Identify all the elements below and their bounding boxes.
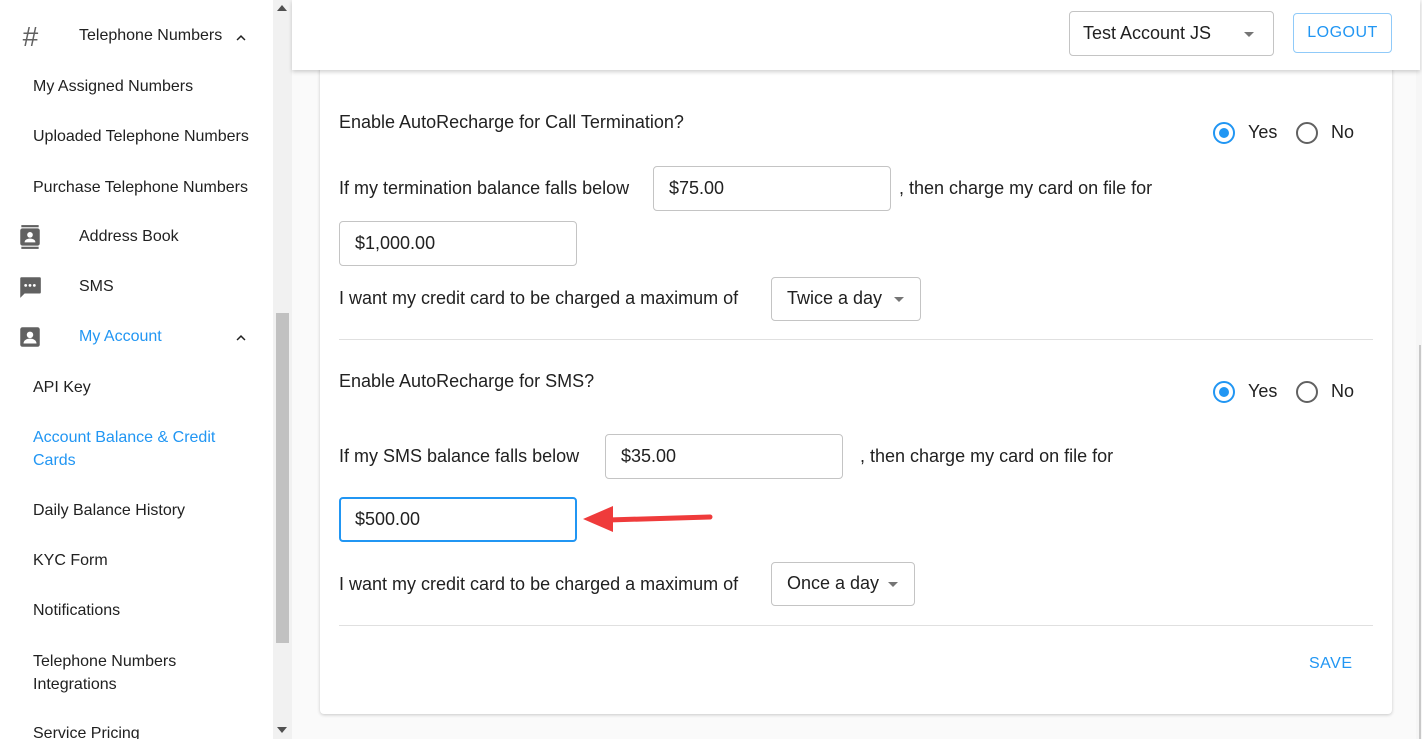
scroll-up-arrow-icon[interactable] — [277, 5, 287, 11]
sidebar-item-service-pricing[interactable]: Service Pricing — [33, 722, 140, 739]
sms-frequency-value: Once a day — [787, 573, 880, 593]
termination-yes-radio[interactable] — [1213, 122, 1235, 144]
dropdown-caret-icon — [1244, 32, 1254, 37]
sidebar-item-label: Account Balance & Credit — [33, 429, 216, 446]
sms-threshold-field[interactable] — [605, 434, 843, 479]
sidebar-item-label: Address Book — [79, 228, 179, 245]
termination-threshold-input[interactable] — [654, 167, 890, 210]
sidebar-item-my-assigned-numbers[interactable]: My Assigned Numbers — [33, 75, 193, 98]
dropdown-caret-icon — [894, 297, 904, 302]
termination-falls-below-text: If my termination balance falls below — [339, 178, 630, 198]
sms-yes-label[interactable]: Yes — [1248, 381, 1277, 402]
annotation-arrow-icon — [583, 506, 713, 532]
sms-no-radio[interactable] — [1296, 381, 1318, 403]
sidebar-item-notifications[interactable]: Notifications — [33, 599, 120, 622]
sms-charge-amount-field[interactable] — [339, 497, 577, 542]
termination-question: Enable AutoRecharge for Call Termination… — [339, 112, 684, 132]
sidebar-item-purchase-numbers[interactable]: Purchase Telephone Numbers — [33, 176, 248, 199]
sms-threshold-input[interactable] — [606, 435, 842, 478]
sidebar-scrollbar-thumb[interactable] — [276, 313, 289, 643]
sidebar-item-label: Telephone Numbers — [79, 27, 223, 44]
sms-frequency-select[interactable]: Once a day — [771, 562, 915, 606]
autorecharge-card: Enable AutoRecharge for Call Termination… — [320, 60, 1392, 714]
sidebar-item-integrations[interactable]: Telephone Numbers Integrations — [33, 650, 176, 696]
chevron-up-icon[interactable] — [232, 329, 250, 347]
sidebar-item-account-balance[interactable]: Account Balance & Credit Cards — [33, 426, 215, 472]
section-divider — [339, 339, 1373, 340]
sidebar-item-daily-balance-history[interactable]: Daily Balance History — [33, 499, 185, 522]
termination-no-label[interactable]: No — [1331, 122, 1354, 143]
address-book-icon — [20, 225, 40, 249]
sms-yes-radio[interactable] — [1213, 381, 1235, 403]
logout-button[interactable]: LOGOUT — [1293, 13, 1392, 53]
scroll-down-arrow-icon[interactable] — [277, 727, 287, 733]
termination-then-charge-text: , then charge my card on file for — [899, 178, 1153, 198]
sidebar-item-telephone-numbers[interactable]: # Telephone Numbers — [0, 21, 273, 52]
termination-charge-amount-input[interactable] — [340, 222, 576, 265]
page-scrollbar-thumb[interactable] — [1419, 345, 1421, 739]
chevron-up-icon[interactable] — [232, 29, 250, 47]
sms-max-text: I want my credit card to be charged a ma… — [339, 574, 739, 594]
termination-frequency-value: Twice a day — [787, 288, 883, 308]
termination-max-text: I want my credit card to be charged a ma… — [339, 288, 739, 308]
sidebar-item-label: Integrations — [33, 676, 117, 693]
termination-yes-label[interactable]: Yes — [1248, 122, 1277, 143]
sidebar-item-label: Cards — [33, 452, 76, 469]
termination-no-radio[interactable] — [1296, 122, 1318, 144]
section-divider — [339, 625, 1373, 626]
sidebar-item-my-account[interactable]: My Account — [0, 324, 273, 350]
sidebar-item-label: My Account — [79, 328, 162, 345]
hash-icon: # — [22, 21, 38, 52]
account-select-value: Test Account JS — [1083, 23, 1212, 43]
account-box-icon — [20, 327, 40, 347]
sms-then-charge-text: , then charge my card on file for — [860, 446, 1114, 466]
sidebar-item-api-key[interactable]: API Key — [33, 376, 91, 399]
account-select[interactable]: Test Account JS — [1069, 11, 1274, 56]
termination-threshold-field[interactable] — [653, 166, 891, 211]
save-button[interactable]: SAVE — [1309, 655, 1353, 673]
termination-charge-amount-field[interactable] — [339, 221, 577, 266]
sidebar-item-address-book[interactable]: Address Book — [0, 224, 273, 250]
sidebar-item-kyc-form[interactable]: KYC Form — [33, 549, 108, 572]
sms-falls-below-text: If my SMS balance falls below — [339, 446, 580, 466]
sidebar-item-label: SMS — [79, 278, 114, 295]
sidebar-item-uploaded-numbers[interactable]: Uploaded Telephone Numbers — [33, 125, 249, 148]
sms-no-label[interactable]: No — [1331, 381, 1354, 402]
termination-frequency-select[interactable]: Twice a day — [771, 277, 921, 321]
sidebar: # Telephone Numbers My Assigned Numbers … — [0, 0, 273, 739]
sms-icon — [20, 277, 41, 298]
dropdown-caret-icon — [888, 582, 898, 587]
sms-question: Enable AutoRecharge for SMS? — [339, 371, 595, 391]
top-app-bar: Test Account JS LOGOUT — [292, 0, 1420, 70]
sidebar-item-sms[interactable]: SMS — [0, 274, 273, 300]
sidebar-item-label: Telephone Numbers — [33, 653, 177, 670]
sms-charge-amount-input[interactable] — [341, 499, 575, 540]
